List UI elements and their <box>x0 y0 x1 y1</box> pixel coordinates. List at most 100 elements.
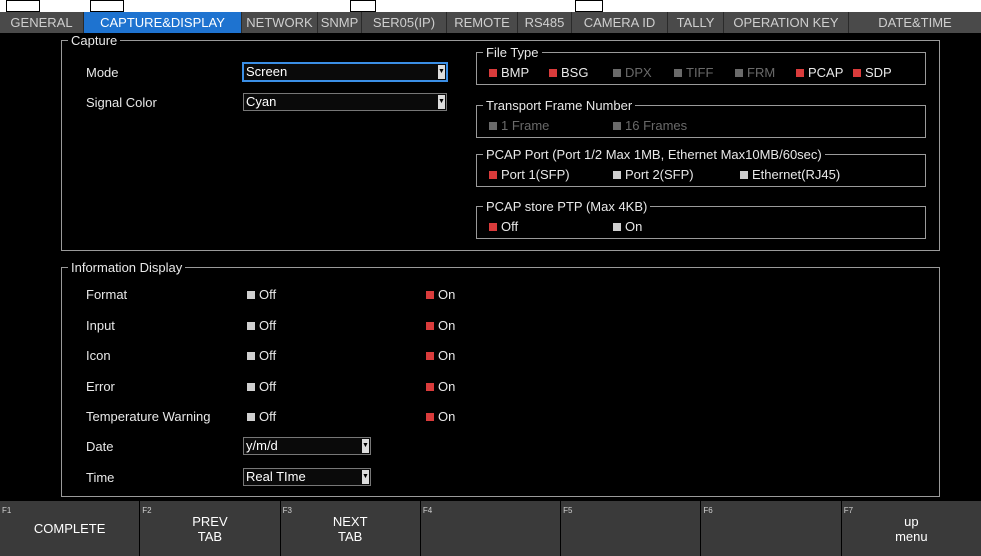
tab-remote[interactable]: REMOTE <box>447 12 518 33</box>
pcap-ethernet-checkbox[interactable]: Ethernet(RJ45) <box>740 167 840 182</box>
file-type-tiff-checkbox: TIFF <box>674 65 713 80</box>
checkbox-icon <box>489 122 497 130</box>
format-on-option[interactable]: On <box>426 287 455 302</box>
time-mode-value: Real TIme <box>246 469 306 484</box>
checkbox-icon <box>426 383 434 391</box>
checkbox-icon <box>426 413 434 421</box>
information-display-group: Information Display <box>61 260 940 497</box>
checkbox-icon <box>613 69 621 77</box>
status-indicator <box>90 0 124 12</box>
pcap-ptp-legend: PCAP store PTP (Max 4KB) <box>486 199 648 214</box>
chevron-down-icon: ▼ <box>362 439 369 453</box>
temperature-warning-off-option[interactable]: Off <box>247 409 276 424</box>
checkbox-icon <box>735 69 743 77</box>
checkbox-icon <box>489 223 497 231</box>
transport-frame-16-label: 16 Frames <box>625 118 688 133</box>
file-type-tiff-label: TIFF <box>686 65 714 80</box>
f4-key-number: F4 <box>422 506 433 515</box>
tab-camera-id[interactable]: CAMERA ID <box>572 12 668 33</box>
error-on-option[interactable]: On <box>426 379 455 394</box>
icon-label: Icon <box>86 348 111 363</box>
checkbox-icon <box>674 69 682 77</box>
file-type-sdp-checkbox[interactable]: SDP <box>853 65 892 80</box>
pcap-port1-label: Port 1(SFP) <box>501 167 570 182</box>
f3-key-number: F3 <box>282 506 292 515</box>
tab-general[interactable]: GENERAL <box>0 12 84 33</box>
checkbox-icon <box>247 413 255 421</box>
signal-color-select[interactable]: Cyan ▼ <box>243 93 447 111</box>
capture-legend: Capture <box>71 33 118 48</box>
signal-color-label: Signal Color <box>86 95 157 110</box>
date-format-value: y/m/d <box>246 438 278 453</box>
transport-frame-1-label: 1 Frame <box>501 118 550 133</box>
time-label: Time <box>86 470 115 485</box>
input-off-option[interactable]: Off <box>247 318 276 333</box>
signal-color-value: Cyan <box>246 94 277 109</box>
tab-tally[interactable]: TALLY <box>668 12 724 33</box>
mode-select[interactable]: Screen ▼ <box>243 63 447 81</box>
transport-frame-16-option: 16 Frames <box>613 118 687 133</box>
tab-network[interactable]: NETWORK <box>242 12 318 33</box>
pcap-port2-checkbox[interactable]: Port 2(SFP) <box>613 167 694 182</box>
input-on-option[interactable]: On <box>426 318 455 333</box>
tab-operation-key[interactable]: OPERATION KEY <box>724 12 849 33</box>
checkbox-icon <box>613 171 621 179</box>
f1-complete-button[interactable]: F1 COMPLETE <box>0 501 141 556</box>
chevron-down-icon: ▼ <box>438 65 445 79</box>
f5-key-number: F5 <box>563 506 573 515</box>
status-indicator <box>575 0 603 12</box>
file-type-bmp-checkbox[interactable]: BMP <box>489 65 529 80</box>
checkbox-icon <box>247 383 255 391</box>
file-type-bmp-label: BMP <box>501 65 530 80</box>
pcap-ethernet-label: Ethernet(RJ45) <box>752 167 841 182</box>
tab-capture-display[interactable]: CAPTURE&DISPLAY <box>84 12 242 33</box>
date-label: Date <box>86 439 114 454</box>
f1-key-number: F1 <box>2 506 12 515</box>
file-type-frm-checkbox: FRM <box>735 65 775 80</box>
input-label: Input <box>86 318 115 333</box>
f4-button[interactable]: F4 <box>421 501 562 556</box>
f3-next-tab-button[interactable]: F3 NEXT TAB <box>281 501 421 556</box>
mode-label: Mode <box>86 65 119 80</box>
tab-snmp[interactable]: SNMP <box>318 12 362 33</box>
pcap-ptp-off-option[interactable]: Off <box>489 219 518 234</box>
file-type-dpx-label: DPX <box>625 65 652 80</box>
off-label: Off <box>259 287 277 302</box>
icon-on-option[interactable]: On <box>426 348 455 363</box>
checkbox-icon <box>796 69 804 77</box>
date-format-select[interactable]: y/m/d ▼ <box>243 437 371 455</box>
f3-label: NEXT TAB <box>332 513 368 544</box>
f2-prev-tab-button[interactable]: F2 PREV TAB <box>140 501 281 556</box>
format-label: Format <box>86 287 128 302</box>
pcap-ptp-group: PCAP store PTP (Max 4KB) <box>476 199 926 239</box>
error-off-option[interactable]: Off <box>247 379 276 394</box>
format-off-option[interactable]: Off <box>247 287 276 302</box>
f6-key-number: F6 <box>703 506 713 515</box>
tab-ser05-ip[interactable]: SER05(IP) <box>362 12 447 33</box>
tab-rs485[interactable]: RS485 <box>518 12 572 33</box>
f5-button[interactable]: F5 <box>561 501 702 556</box>
file-type-pcap-checkbox[interactable]: PCAP <box>796 65 843 80</box>
file-type-dpx-checkbox: DPX <box>613 65 652 80</box>
settings-panel: Capture Mode Screen ▼ Signal Color Cyan … <box>0 33 981 501</box>
pcap-ptp-on-label: On <box>625 219 643 234</box>
on-label: On <box>438 348 456 363</box>
checkbox-icon <box>247 352 255 360</box>
temperature-warning-label: Temperature Warning <box>86 409 211 424</box>
pcap-ptp-on-option[interactable]: On <box>613 219 642 234</box>
file-type-bsg-checkbox[interactable]: BSG <box>549 65 588 80</box>
status-indicator <box>6 0 40 12</box>
pcap-port1-checkbox[interactable]: Port 1(SFP) <box>489 167 570 182</box>
file-type-legend: File Type <box>486 45 539 60</box>
checkbox-icon <box>247 291 255 299</box>
time-mode-select[interactable]: Real TIme ▼ <box>243 468 371 486</box>
checkbox-icon <box>549 69 557 77</box>
icon-off-option[interactable]: Off <box>247 348 276 363</box>
pcap-port-legend: PCAP Port (Port 1/2 Max 1MB, Ethernet Ma… <box>486 147 822 162</box>
on-label: On <box>438 287 456 302</box>
tab-date-time[interactable]: DATE&TIME <box>849 12 981 33</box>
f7-up-menu-button[interactable]: F7 up menu <box>842 501 981 556</box>
temperature-warning-on-option[interactable]: On <box>426 409 455 424</box>
error-label: Error <box>86 379 115 394</box>
f6-button[interactable]: F6 <box>701 501 842 556</box>
